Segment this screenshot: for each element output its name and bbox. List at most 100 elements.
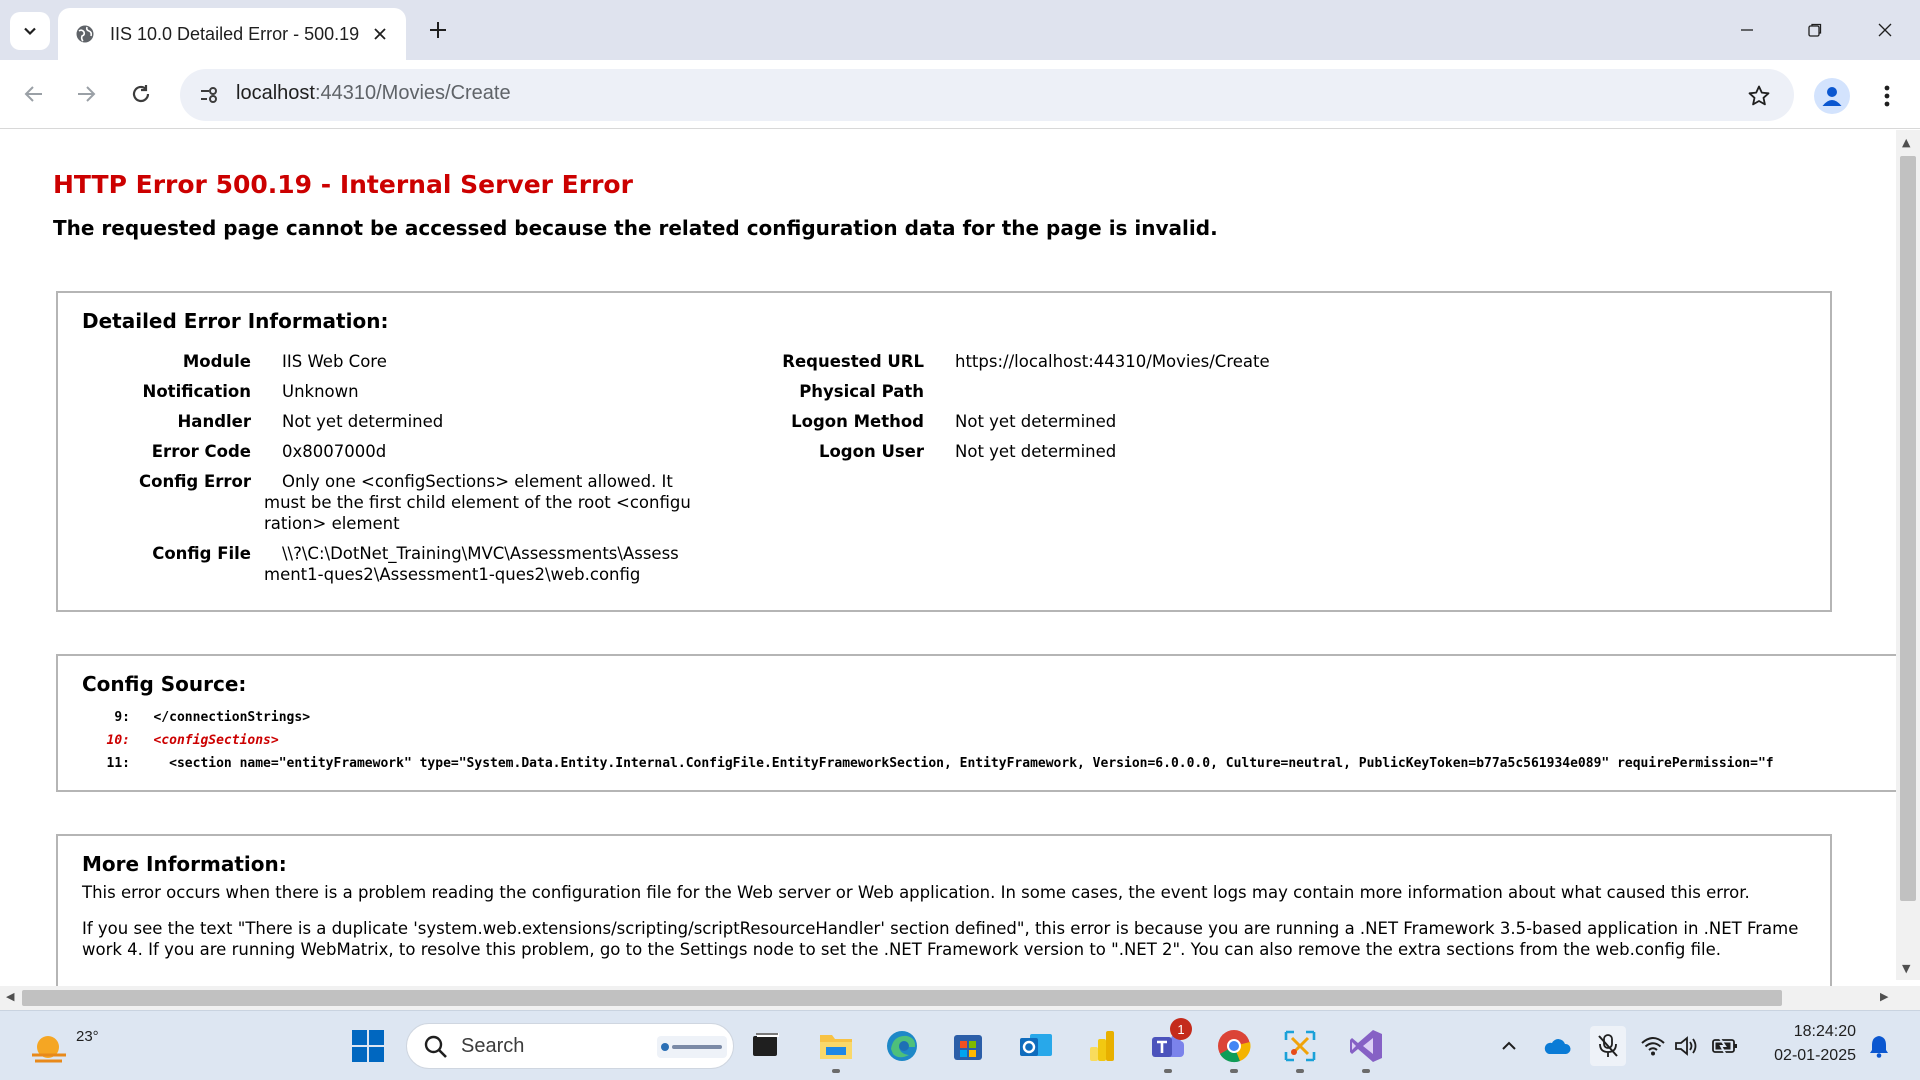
chevron-down-icon — [24, 27, 36, 36]
snipping-tool-icon — [1284, 1030, 1316, 1062]
search-placeholder: Search — [461, 1035, 525, 1057]
address-bar[interactable]: localhost:44310/Movies/Create — [180, 69, 1794, 121]
battery-icon[interactable] — [1710, 1031, 1740, 1061]
detail-value: https://localhost:44310/Movies/Create — [955, 352, 1270, 371]
detail-label: Error Code — [151, 442, 251, 461]
restore-button[interactable] — [1792, 10, 1838, 50]
detail-label: Logon User — [818, 442, 924, 461]
detail-value: IIS Web Core — [282, 352, 387, 371]
power-bi-button[interactable] — [1080, 1024, 1124, 1068]
new-tab-button[interactable] — [422, 14, 454, 46]
snipping-tool-button[interactable] — [1278, 1024, 1322, 1073]
volume-icon[interactable] — [1672, 1031, 1702, 1061]
detail-label: Requested URL — [782, 352, 924, 371]
notification-bell-icon[interactable] — [1864, 1031, 1894, 1061]
search-icon — [424, 1035, 447, 1058]
outlook-icon — [1020, 1034, 1052, 1056]
detail-label: Module — [182, 352, 251, 371]
line-code: <configSections> — [153, 733, 279, 748]
code-line-highlighted: 10: <configSections> — [80, 733, 279, 748]
task-view-icon — [753, 1033, 779, 1056]
more-info-box: More Information: This error occurs when… — [56, 834, 1832, 986]
detail-label: Physical Path — [799, 382, 924, 401]
detail-label: Config Error — [139, 472, 251, 491]
detailed-error-heading: Detailed Error Information: — [82, 309, 389, 333]
reload-icon — [132, 85, 150, 103]
close-window-button[interactable] — [1862, 10, 1908, 50]
minimize-icon — [1741, 29, 1753, 31]
edge-button[interactable] — [880, 1024, 924, 1068]
chevron-up-icon — [1502, 1041, 1516, 1050]
scroll-down-icon[interactable]: ▼ — [1902, 962, 1910, 975]
url-host: localhost — [236, 82, 315, 104]
tab-search-button[interactable] — [10, 12, 50, 50]
page-viewport: HTTP Error 500.19 - Internal Server Erro… — [0, 130, 1920, 1010]
detail-label: Handler — [177, 412, 252, 431]
error-page: HTTP Error 500.19 - Internal Server Erro… — [0, 130, 1896, 986]
detail-value: Not yet determined — [955, 412, 1117, 431]
more-info-heading: More Information: — [82, 852, 287, 876]
detail-value: 0x8007000d — [282, 442, 387, 461]
code-line: 11: <section name="entityFramework" type… — [80, 756, 1774, 771]
weather-widget[interactable]: 23° — [28, 1019, 99, 1073]
profile-avatar-icon[interactable] — [1814, 78, 1850, 114]
plus-icon — [430, 22, 446, 38]
detail-label: Notification — [142, 382, 251, 401]
file-explorer-button[interactable] — [814, 1024, 858, 1073]
line-number: 11: — [106, 756, 130, 771]
restore-icon — [1808, 23, 1822, 37]
config-source-box: Config Source: 9: </connectionStrings> 1… — [56, 654, 1896, 792]
scrollbar-corner — [1896, 986, 1920, 1010]
arrow-right-icon — [78, 86, 96, 102]
edge-icon — [887, 1031, 917, 1061]
detailed-error-box: Detailed Error Information: Module IIS W… — [56, 291, 1832, 612]
task-view-button[interactable] — [744, 1024, 788, 1068]
clock-time[interactable]: 18:24:20 — [1786, 1023, 1856, 1041]
folder-icon — [820, 1035, 852, 1059]
url-text[interactable]: localhost:44310/Movies/Create — [236, 82, 511, 105]
detail-value: Only one <configSections> element allowe… — [264, 472, 691, 533]
microphone-muted-icon[interactable] — [1590, 1026, 1626, 1066]
vertical-scrollbar[interactable]: ▲ ▼ — [1896, 130, 1920, 980]
taskbar: 23° Search 1 18:24:20 02-01-2025 — [0, 1010, 1920, 1080]
detail-label: Config File — [152, 544, 251, 563]
notification-badge: 1 — [1170, 1018, 1192, 1040]
more-info-paragraph: This error occurs when there is a proble… — [82, 883, 1750, 902]
teams-button[interactable]: 1 — [1146, 1018, 1192, 1073]
bookmark-star-icon[interactable] — [1744, 81, 1774, 111]
horizontal-scrollbar[interactable]: ◀ ▶ — [0, 986, 1896, 1010]
onedrive-icon[interactable] — [1542, 1031, 1572, 1061]
arrow-left-icon — [24, 86, 42, 102]
wifi-icon[interactable] — [1638, 1031, 1668, 1061]
more-menu-icon[interactable] — [1872, 78, 1902, 114]
scroll-left-icon[interactable]: ◀ — [6, 990, 14, 1003]
site-info-icon[interactable] — [194, 80, 224, 110]
detail-value: Unknown — [282, 382, 359, 401]
start-button[interactable] — [346, 1024, 390, 1068]
back-button[interactable] — [14, 74, 54, 114]
error-subtitle: The requested page cannot be accessed be… — [53, 216, 1218, 240]
running-indicator — [832, 1069, 840, 1073]
chrome-icon — [1218, 1030, 1251, 1063]
minimize-button[interactable] — [1724, 10, 1770, 50]
windows-logo-icon — [352, 1030, 384, 1062]
vertical-scroll-thumb[interactable] — [1900, 156, 1916, 901]
chrome-button[interactable] — [1212, 1024, 1256, 1073]
reload-button[interactable] — [121, 74, 161, 114]
more-info-paragraph: If you see the text "There is a duplicat… — [82, 919, 1799, 959]
visual-studio-button[interactable] — [1344, 1024, 1388, 1073]
detail-value: Not yet determined — [955, 442, 1117, 461]
horizontal-scroll-thumb[interactable] — [22, 990, 1782, 1006]
store-button[interactable] — [946, 1024, 990, 1068]
running-indicator — [1164, 1069, 1172, 1073]
clock-date[interactable]: 02-01-2025 — [1760, 1047, 1856, 1065]
forward-button[interactable] — [66, 74, 106, 114]
search-highlight-icon — [657, 1036, 727, 1058]
scroll-up-icon[interactable]: ▲ — [1902, 136, 1910, 149]
taskbar-search[interactable]: Search — [406, 1023, 734, 1069]
show-hidden-icons-button[interactable] — [1494, 1031, 1524, 1061]
scroll-right-icon[interactable]: ▶ — [1880, 990, 1888, 1003]
outlook-button[interactable] — [1014, 1024, 1058, 1068]
active-tab[interactable]: IIS 10.0 Detailed Error - 500.19 - Inter… — [58, 8, 406, 60]
tab-close-icon[interactable] — [368, 22, 392, 46]
